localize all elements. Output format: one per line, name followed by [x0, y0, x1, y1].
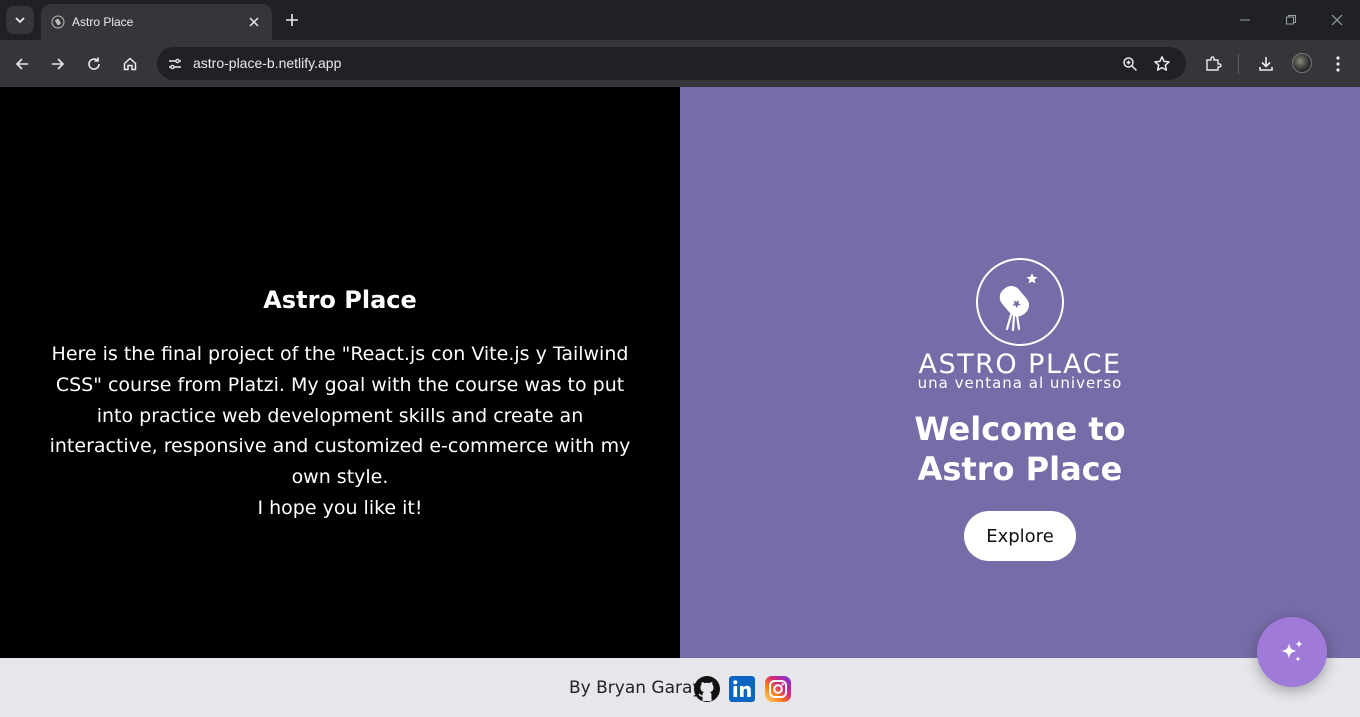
telescope-logo-icon: [976, 258, 1064, 346]
hero-section: ASTRO PLACE una ventana al universo Welc…: [680, 87, 1360, 658]
extensions-icon[interactable]: [1201, 52, 1225, 76]
forward-arrow-icon[interactable]: [46, 52, 70, 76]
logo-tagline: una ventana al universo: [917, 374, 1123, 392]
author-credit: By Bryan Garay: [569, 678, 703, 698]
menu-dots-icon[interactable]: [1326, 52, 1350, 76]
restore-icon[interactable]: [1281, 10, 1301, 30]
minimize-icon[interactable]: [1235, 10, 1255, 30]
home-icon[interactable]: [118, 52, 142, 76]
toolbar-separator: [1238, 54, 1239, 74]
browser-tabbar: Astro Place: [0, 0, 1360, 40]
browser-toolbar: astro-place-b.netlify.app: [0, 40, 1360, 87]
linkedin-icon[interactable]: [728, 675, 756, 703]
astro-favicon-icon: [50, 14, 66, 30]
tab-close-icon[interactable]: [246, 14, 262, 30]
bookmark-star-icon[interactable]: [1150, 52, 1174, 76]
welcome-heading: Welcome to Astro Place: [914, 410, 1126, 488]
instagram-icon[interactable]: [764, 675, 792, 703]
about-section: Astro Place Here is the final project of…: [0, 87, 680, 658]
reload-icon[interactable]: [82, 52, 106, 76]
close-window-icon[interactable]: [1327, 10, 1347, 30]
download-icon[interactable]: [1254, 52, 1278, 76]
about-body-text: Here is the final project of the "React.…: [49, 343, 631, 489]
about-description: Here is the final project of the "React.…: [40, 339, 640, 524]
about-title: Astro Place: [263, 286, 417, 314]
ai-assistant-fab[interactable]: [1257, 617, 1327, 687]
sparkles-icon: [1281, 640, 1303, 662]
footer: By Bryan Garay: [0, 658, 1360, 717]
browser-tab-active[interactable]: Astro Place: [41, 4, 272, 40]
new-tab-plus-icon[interactable]: [282, 10, 302, 30]
back-arrow-icon[interactable]: [10, 52, 34, 76]
tab-title: Astro Place: [72, 15, 134, 29]
zoom-icon[interactable]: [1118, 52, 1142, 76]
about-closing-text: I hope you like it!: [257, 496, 423, 519]
profile-avatar[interactable]: [1292, 53, 1312, 73]
github-icon[interactable]: [693, 675, 721, 703]
explore-button[interactable]: Explore: [964, 511, 1076, 561]
tab-search-button[interactable]: [6, 6, 34, 34]
url-text[interactable]: astro-place-b.netlify.app: [193, 55, 341, 71]
page-content: Astro Place Here is the final project of…: [0, 87, 1360, 717]
address-bar[interactable]: astro-place-b.netlify.app: [157, 47, 1186, 80]
site-info-icon[interactable]: [163, 52, 187, 76]
chevron-down-icon: [15, 17, 25, 24]
